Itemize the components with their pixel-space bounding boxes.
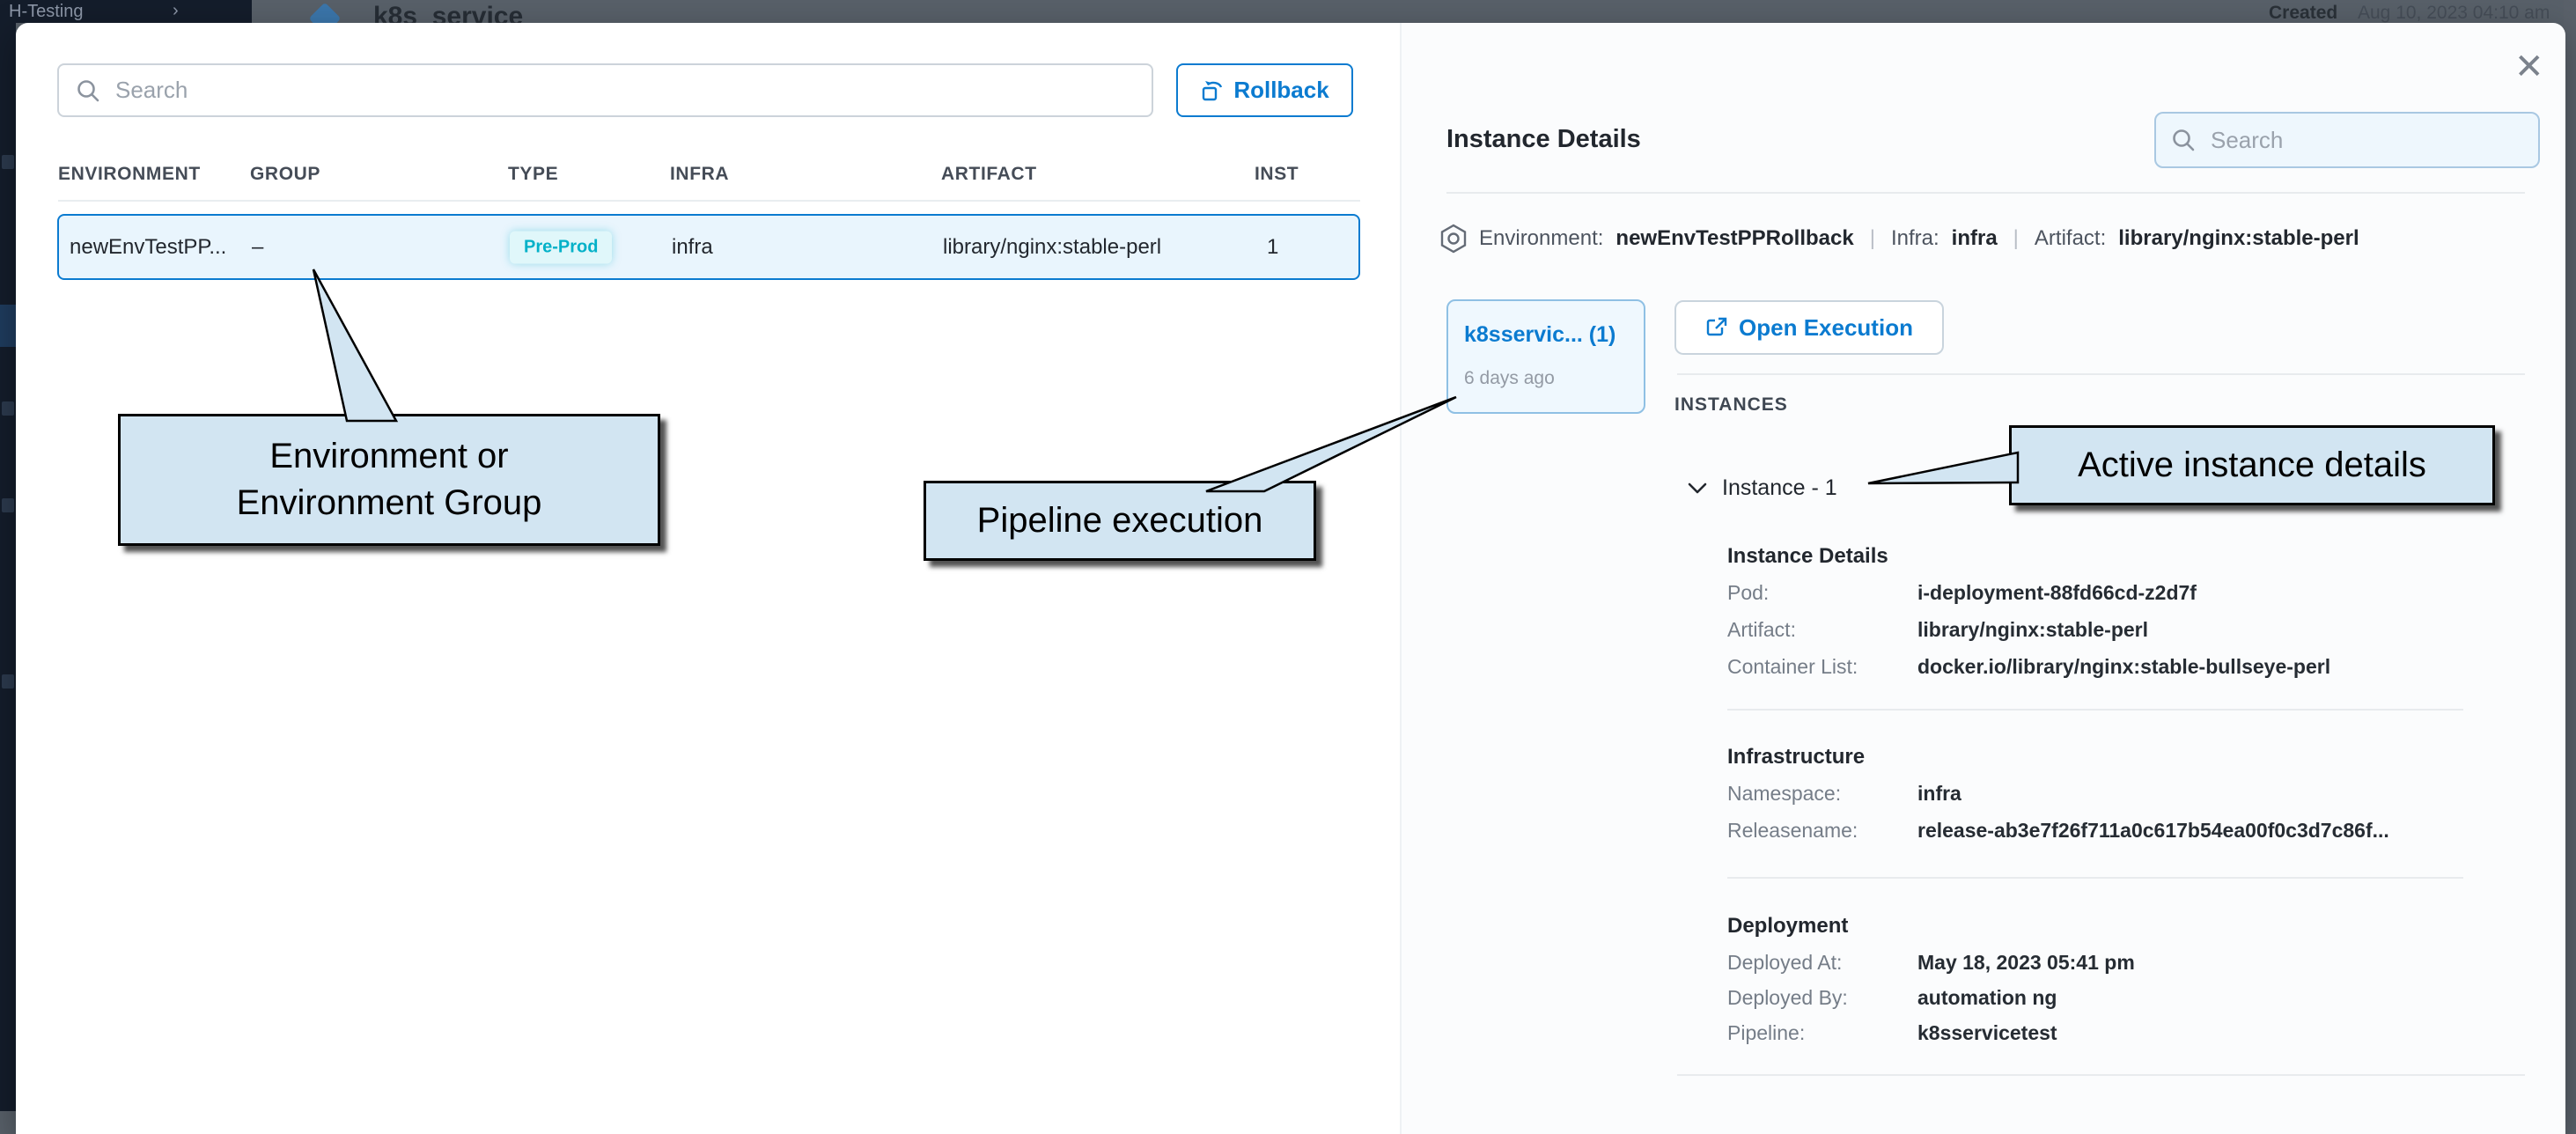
open-execution-label: Open Execution bbox=[1739, 314, 1913, 342]
field-value-releasename: release-ab3e7f26f711a0c617b54ea00f0c3d7c… bbox=[1917, 819, 2389, 843]
search-input[interactable] bbox=[114, 76, 978, 105]
sidebar-fragment bbox=[2, 498, 14, 512]
created-value: Aug 10, 2023 04:10 am bbox=[2358, 3, 2550, 24]
callout-env-line2: Environment Group bbox=[237, 480, 542, 526]
cell-artifact: library/nginx:stable-perl bbox=[943, 235, 1161, 260]
table-header-divider bbox=[58, 200, 1360, 202]
chevron-down-icon[interactable] bbox=[1687, 481, 1708, 495]
breadcrumb[interactable]: H-Testing bbox=[9, 2, 83, 22]
field-value-container-list: docker.io/library/nginx:stable-bullseye-… bbox=[1917, 655, 2330, 679]
field-label-releasename: Releasename: bbox=[1727, 819, 1858, 843]
execution-card-time: 6 days ago bbox=[1464, 368, 1555, 389]
section-divider bbox=[1727, 709, 2463, 711]
field-label-deployed-at: Deployed At: bbox=[1727, 951, 1842, 975]
col-header-infra: INFRA bbox=[670, 164, 729, 185]
instances-section-label: INSTANCES bbox=[1674, 394, 1788, 416]
instances-top-divider bbox=[1677, 373, 2525, 375]
instance-accordion-header[interactable]: Instance - 1 bbox=[1722, 475, 1837, 501]
rollback-button-label: Rollback bbox=[1233, 77, 1328, 104]
field-label-pod: Pod: bbox=[1727, 581, 1769, 605]
breadcrumb-chevron-icon: › bbox=[173, 1, 179, 21]
field-value-pipeline: k8sservicetest bbox=[1917, 1021, 2057, 1045]
callout-pipeline-execution: Pipeline execution bbox=[924, 481, 1316, 561]
section-heading-deployment: Deployment bbox=[1727, 914, 1848, 939]
instances-search-field[interactable] bbox=[2154, 112, 2540, 168]
artifact-value: library/nginx:stable-perl bbox=[2118, 226, 2359, 251]
artifact-label: Artifact: bbox=[2035, 226, 2106, 251]
cell-infra: infra bbox=[672, 235, 713, 260]
section-heading-instance-details: Instance Details bbox=[1727, 544, 1888, 569]
screen: H-Testing › k8s_service Created Aug 10, … bbox=[0, 0, 2576, 1134]
panel-divider bbox=[1446, 192, 2525, 194]
separator: | bbox=[1870, 226, 1875, 251]
callout-active-text: Active instance details bbox=[2078, 442, 2426, 489]
section-divider bbox=[1727, 877, 2463, 879]
environment-icon bbox=[1440, 224, 1467, 254]
col-header-group: GROUP bbox=[250, 164, 320, 185]
field-label-pipeline: Pipeline: bbox=[1727, 1021, 1805, 1045]
field-label-container-list: Container List: bbox=[1727, 655, 1858, 679]
rollback-button[interactable]: Rollback bbox=[1176, 63, 1353, 117]
execution-card-title: k8sservic... (1) bbox=[1464, 322, 1616, 348]
separator: | bbox=[2013, 226, 2019, 251]
left-sidebar-strip bbox=[0, 23, 16, 1111]
col-header-type: TYPE bbox=[508, 164, 558, 185]
section-heading-infrastructure: Infrastructure bbox=[1727, 745, 1865, 770]
instances-bottom-divider bbox=[1677, 1074, 2525, 1076]
field-value-artifact: library/nginx:stable-perl bbox=[1917, 618, 2148, 642]
panel-title: Instance Details bbox=[1446, 125, 1641, 154]
rollback-icon bbox=[1200, 78, 1225, 103]
sidebar-fragment bbox=[2, 155, 14, 169]
callout-active-instance: Active instance details bbox=[2009, 425, 2495, 505]
field-label-deployed-by: Deployed By: bbox=[1727, 986, 1848, 1010]
preprod-badge: Pre-Prod bbox=[510, 231, 612, 263]
cell-group: – bbox=[252, 235, 263, 260]
search-icon bbox=[75, 77, 101, 104]
field-value-deployed-at: May 18, 2023 05:41 pm bbox=[1917, 951, 2135, 975]
col-header-inst: INST bbox=[1255, 164, 1299, 185]
created-label: Created bbox=[2269, 3, 2337, 24]
infra-label: Infra: bbox=[1891, 226, 1939, 251]
callout-env-line1: Environment or bbox=[269, 433, 508, 480]
cell-environment: newEnvTestPP... bbox=[70, 235, 226, 260]
search-input[interactable] bbox=[2209, 126, 2506, 155]
col-header-environment: ENVIRONMENT bbox=[58, 164, 201, 185]
field-value-pod: i-deployment-88fd66cd-z2d7f bbox=[1917, 581, 2197, 605]
page-right-strip bbox=[2564, 0, 2576, 1134]
sidebar-fragment bbox=[2, 674, 14, 688]
search-icon bbox=[2170, 127, 2197, 153]
pipeline-execution-card[interactable]: k8sservic... (1) 6 days ago bbox=[1446, 299, 1645, 414]
callout-environment: Environment or Environment Group bbox=[118, 414, 660, 546]
field-value-deployed-by: automation ng bbox=[1917, 986, 2057, 1010]
environment-label: Environment: bbox=[1479, 226, 1603, 251]
deployment-summary: Environment: newEnvTestPPRollback | Infr… bbox=[1440, 224, 2359, 254]
cell-inst: 1 bbox=[1267, 235, 1278, 260]
sidebar-fragment bbox=[2, 401, 14, 416]
open-execution-button[interactable]: Open Execution bbox=[1674, 300, 1944, 355]
field-label-namespace: Namespace: bbox=[1727, 782, 1841, 806]
environment-value: newEnvTestPPRollback bbox=[1616, 226, 1853, 251]
table-row-selected[interactable]: newEnvTestPP... – Pre-Prod infra library… bbox=[57, 214, 1360, 280]
callout-pipeline-text: Pipeline execution bbox=[977, 497, 1263, 544]
sidebar-active-item-fragment bbox=[0, 305, 16, 347]
environments-search-field[interactable] bbox=[57, 63, 1153, 117]
infra-value: infra bbox=[1952, 226, 1998, 251]
col-header-artifact: ARTIFACT bbox=[941, 164, 1037, 185]
external-link-icon bbox=[1705, 316, 1728, 339]
field-value-namespace: infra bbox=[1917, 782, 1961, 806]
page-header-strip: H-Testing › k8s_service Created Aug 10, … bbox=[0, 0, 2576, 23]
field-label-artifact: Artifact: bbox=[1727, 618, 1796, 642]
close-icon[interactable]: ✕ bbox=[2514, 49, 2544, 85]
